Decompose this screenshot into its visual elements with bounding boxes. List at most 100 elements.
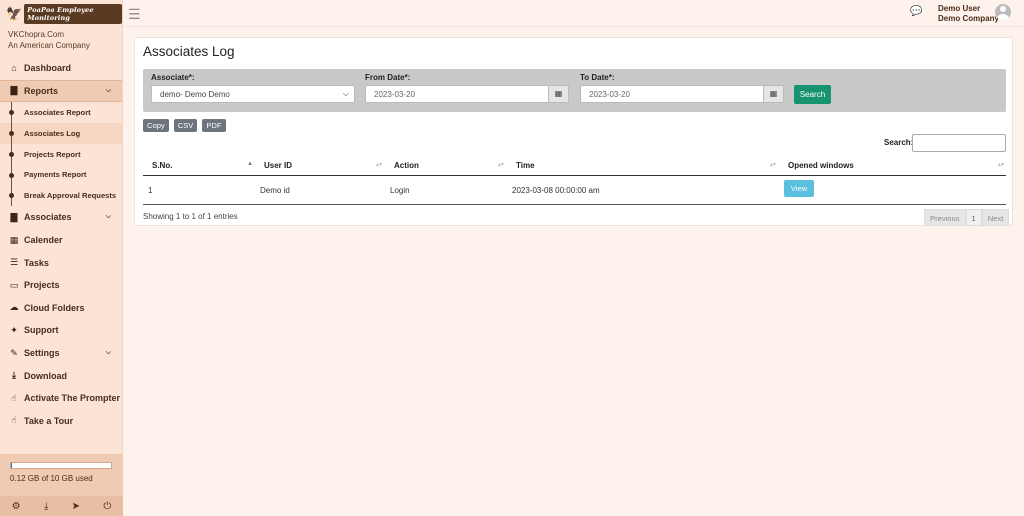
- table-search-input[interactable]: [912, 134, 1006, 152]
- associates-log-card: Associates Log Associate*: demo- Demo De…: [134, 37, 1013, 226]
- sidebar-item-reports[interactable]: ▇ Reports ⌵: [0, 79, 122, 103]
- next-page-button[interactable]: Next: [981, 209, 1010, 226]
- sidebar-item-label: Dashboard: [24, 63, 72, 74]
- hamburger-menu-icon[interactable]: ☰: [128, 6, 141, 23]
- home-icon: ⌂: [11, 63, 17, 74]
- sidebar-item-label: Take a Tour: [24, 415, 74, 426]
- sidebar-item-settings[interactable]: ✎ Settings ⌵: [0, 342, 122, 365]
- associate-label: Associate*:: [151, 73, 195, 82]
- sidebar-subitem-associates-log[interactable]: Associates Log: [0, 122, 122, 144]
- subitem-label: Associates Report: [24, 108, 91, 118]
- cloud-icon: ☁: [9, 302, 19, 313]
- column-header-opened-windows[interactable]: Opened windows: [788, 161, 854, 170]
- bullet-icon: [9, 193, 14, 199]
- to-date-input[interactable]: 2023-03-20 ▦: [580, 85, 784, 103]
- entries-info: Showing 1 to 1 of 1 entries: [143, 212, 238, 221]
- send-icon[interactable]: ➤: [72, 501, 80, 512]
- column-header-sno[interactable]: S.No.: [152, 161, 172, 170]
- column-header-action[interactable]: Action: [394, 161, 419, 170]
- associate-select-value: demo- Demo Demo: [160, 90, 230, 99]
- power-icon[interactable]: ⏻: [103, 501, 111, 512]
- sidebar-item-label: Calender: [24, 235, 63, 246]
- logo[interactable]: 🦅 PoaPoa Employee Monitoring: [0, 0, 122, 27]
- sort-icon: ▴▾: [498, 162, 505, 168]
- bullet-icon: [9, 130, 14, 136]
- storage-usage: 0.12 GB of 10 GB used: [0, 454, 123, 496]
- sidebar-item-support[interactable]: ✦ Support: [0, 319, 122, 342]
- sidebar-item-tasks[interactable]: ☰ Tasks: [0, 251, 122, 274]
- sidebar-item-take-tour[interactable]: ☝ Take a Tour: [0, 410, 122, 433]
- subitem-label: Break Approval Requests: [24, 191, 117, 201]
- log-table: S.No. ▲ User ID ▴▾ Action ▴▾ Time ▴▾ Ope…: [143, 155, 1006, 205]
- sidebar-subitem-associates-report[interactable]: Associates Report: [0, 102, 122, 123]
- company-info: VKChopra.Com An American Company: [0, 27, 122, 57]
- chat-icon[interactable]: 💬: [910, 6, 922, 17]
- support-icon: ✦: [10, 324, 18, 335]
- bullet-icon: [9, 172, 14, 178]
- monitor-icon: ▭: [9, 279, 19, 290]
- bar-chart-icon: ▇: [10, 85, 18, 96]
- sidebar-item-download[interactable]: ⤓ Download: [0, 364, 122, 387]
- company-tagline: An American Company: [8, 41, 90, 50]
- sort-icon: ▴▾: [376, 162, 383, 168]
- sidebar-item-dashboard[interactable]: ⌂ Dashboard: [0, 57, 122, 80]
- sidebar-item-activate-prompter[interactable]: ☝ Activate The Prompter: [0, 387, 122, 410]
- sidebar-subitem-projects-report[interactable]: Projects Report: [0, 143, 122, 165]
- sidebar-item-associates[interactable]: ▇ Associates ⌵: [0, 206, 122, 229]
- export-buttons: Copy CSV PDF: [143, 119, 226, 132]
- column-header-user-id[interactable]: User ID: [264, 161, 292, 170]
- gear-icon[interactable]: ⚙: [12, 501, 21, 512]
- to-date-value: 2023-03-20: [589, 90, 630, 99]
- associate-select[interactable]: demo- Demo Demo ⌵: [151, 85, 355, 103]
- subitem-label: Associates Log: [24, 128, 81, 138]
- user-name: Demo User: [938, 4, 981, 13]
- column-header-time[interactable]: Time: [516, 161, 535, 170]
- view-button[interactable]: View: [784, 180, 814, 197]
- storage-progress-bar: [10, 462, 112, 469]
- sidebar-item-label: Settings: [24, 348, 60, 359]
- previous-page-button[interactable]: Previous: [924, 209, 966, 226]
- sidebar-item-projects[interactable]: ▭ Projects: [0, 274, 122, 297]
- sidebar-subitem-payments-report[interactable]: Payments Report: [0, 164, 122, 186]
- table-row: 1 Demo id Login 2023-03-08 00:00:00 am V…: [143, 176, 1006, 205]
- search-button[interactable]: Search: [794, 85, 831, 104]
- sidebar-item-cloud-folders[interactable]: ☁ Cloud Folders: [0, 297, 122, 320]
- from-date-input[interactable]: 2023-03-20 ▦: [365, 85, 569, 103]
- copy-button[interactable]: Copy: [143, 119, 169, 132]
- edit-icon: ✎: [10, 347, 18, 358]
- bullet-icon: [9, 110, 14, 116]
- storage-text: 0.12 GB of 10 GB used: [10, 474, 93, 483]
- cell-user-id: Demo id: [260, 186, 290, 195]
- sidebar-item-label: Support: [24, 325, 59, 336]
- subitem-label: Projects Report: [24, 149, 81, 159]
- page-1-button[interactable]: 1: [965, 209, 982, 226]
- calendar-icon[interactable]: ▦: [763, 86, 783, 102]
- logo-text: PoaPoa Employee Monitoring: [24, 3, 122, 24]
- sidebar-item-label: Activate The Prompter: [24, 393, 121, 404]
- calendar-icon: ▦: [9, 234, 19, 245]
- csv-button[interactable]: CSV: [173, 119, 198, 132]
- sort-icon: ▴▾: [998, 162, 1005, 168]
- sidebar-bottom-toolbar: ⚙ ⤓ ➤ ⏻: [0, 496, 123, 516]
- sidebar-item-label: Download: [24, 370, 67, 381]
- user-menu[interactable]: Demo User Demo Company: [938, 4, 999, 23]
- avatar[interactable]: [995, 4, 1011, 20]
- pdf-button[interactable]: PDF: [202, 119, 226, 132]
- from-date-value: 2023-03-20: [374, 90, 415, 99]
- sidebar-subitem-break-approval[interactable]: Break Approval Requests: [0, 185, 122, 206]
- storage-progress-fill: [11, 463, 13, 468]
- cell-action: Login: [390, 186, 410, 195]
- user-company: Demo Company: [938, 13, 999, 23]
- filter-panel: Associate*: demo- Demo Demo ⌵ From Date*…: [143, 69, 1006, 112]
- download-icon[interactable]: ⤓: [44, 501, 48, 512]
- hand-pointer-icon: ☝: [11, 392, 17, 403]
- cell-sno: 1: [148, 186, 153, 195]
- calendar-icon[interactable]: ▦: [548, 86, 568, 102]
- sidebar-item-label: Projects: [24, 280, 60, 291]
- sort-asc-icon: ▲: [247, 161, 253, 167]
- download-icon: ⤓: [12, 370, 16, 381]
- sidebar-item-calender[interactable]: ▦ Calender: [0, 229, 122, 252]
- pagination: Previous 1 Next: [924, 209, 1010, 226]
- sidebar: 🦅 PoaPoa Employee Monitoring VKChopra.Co…: [0, 0, 123, 516]
- page-title: Associates Log: [143, 44, 235, 59]
